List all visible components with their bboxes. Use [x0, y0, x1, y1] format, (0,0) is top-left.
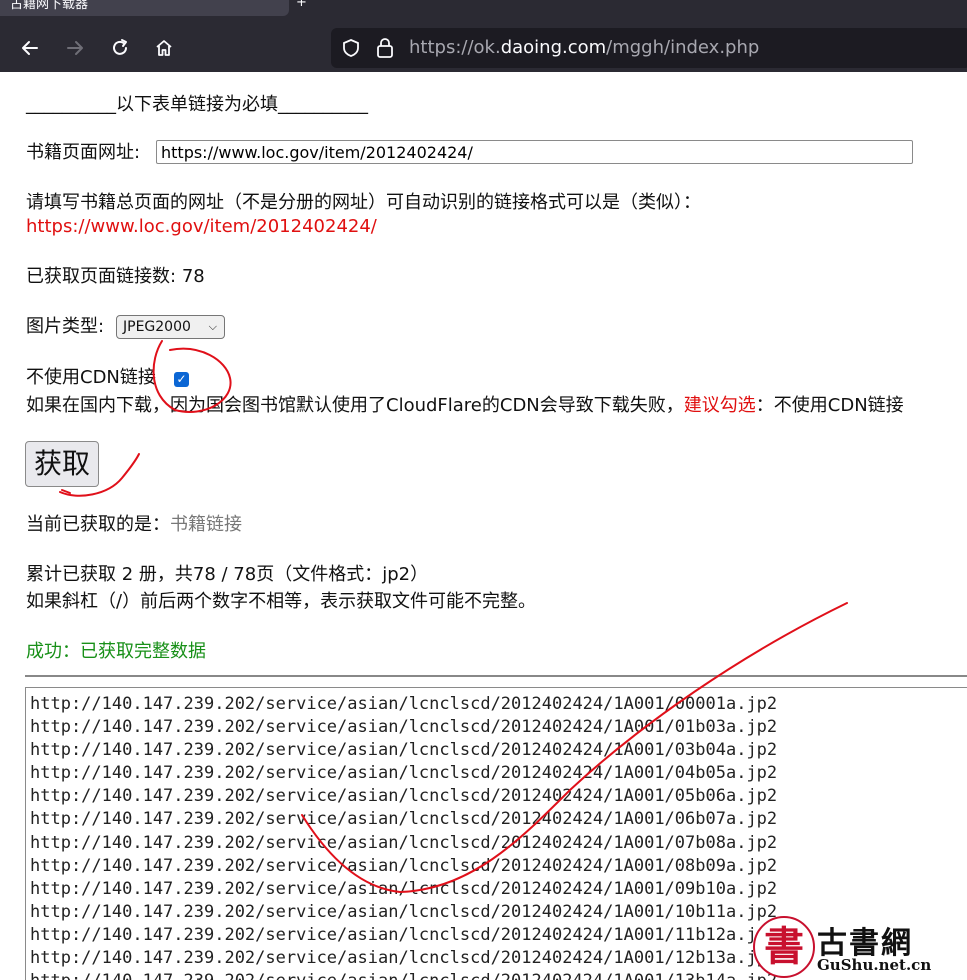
gushu-logo: 書 古書網 GuShu.net.cn — [745, 912, 967, 980]
seal-icon: 書 — [753, 916, 815, 978]
red-annotation-marks — [59, 340, 848, 894]
logo-domain: GuShu.net.cn — [817, 956, 932, 974]
